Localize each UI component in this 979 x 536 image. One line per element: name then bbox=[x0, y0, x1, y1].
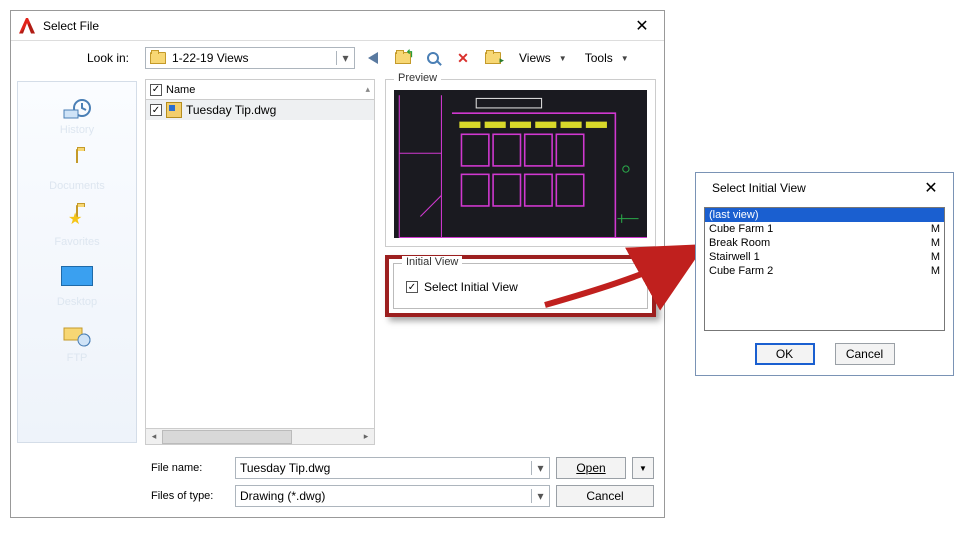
sidebar-item-favorites[interactable]: ★ Favorites bbox=[18, 202, 136, 256]
lookin-value: 1-22-19 Views bbox=[170, 51, 336, 65]
select-initial-view-checkbox[interactable]: ✓ bbox=[406, 281, 418, 293]
open-split-button[interactable]: ▼ bbox=[632, 457, 654, 479]
view-list[interactable]: (last view) Cube Farm 1 M Break Room M S… bbox=[704, 207, 945, 331]
titlebar: Select Initial View ✕ bbox=[696, 173, 953, 203]
titlebar: Select File ✕ bbox=[11, 11, 664, 41]
list-item[interactable]: (last view) bbox=[705, 208, 944, 222]
file-list[interactable]: ✓ Name ▴ ✓ Tuesday Tip.dwg ◂ ▸ bbox=[145, 79, 375, 445]
folder-icon bbox=[150, 52, 166, 64]
open-button-label: Open bbox=[576, 461, 605, 475]
sidebar-item-label: FTP bbox=[18, 352, 136, 364]
view-flag: M bbox=[931, 237, 940, 249]
list-item[interactable]: Break Room M bbox=[705, 236, 944, 250]
sidebar-item-label: Documents bbox=[18, 180, 136, 192]
filetype-label: Files of type: bbox=[151, 490, 229, 502]
cancel-button[interactable]: Cancel bbox=[835, 343, 895, 365]
view-flag: M bbox=[931, 265, 940, 277]
new-folder-button[interactable]: ▸ bbox=[481, 47, 505, 69]
toolbar: Look in: 1-22-19 Views ▾ ↰ ✕ ▸ Views ▼ T… bbox=[11, 41, 664, 75]
view-flag: M bbox=[931, 223, 940, 235]
ftp-icon bbox=[60, 322, 94, 350]
sidebar-item-documents[interactable]: Documents bbox=[18, 146, 136, 200]
filetype-value: Drawing (*.dwg) bbox=[236, 489, 531, 503]
delete-button[interactable]: ✕ bbox=[451, 47, 475, 69]
dwg-file-icon bbox=[166, 102, 182, 118]
open-button[interactable]: Open bbox=[556, 457, 626, 479]
file-name: Tuesday Tip.dwg bbox=[186, 103, 276, 117]
filename-combo[interactable]: Tuesday Tip.dwg ▾ bbox=[235, 457, 550, 479]
window-title: Select Initial View bbox=[712, 181, 915, 195]
sidebar-item-label: History bbox=[18, 124, 136, 136]
documents-icon bbox=[60, 150, 94, 178]
places-sidebar: History Documents ★ Favorites Desktop FT… bbox=[17, 81, 137, 443]
autodesk-logo-icon bbox=[19, 18, 35, 34]
favorites-icon: ★ bbox=[60, 206, 94, 234]
views-menu[interactable]: Views bbox=[511, 51, 553, 65]
scroll-left-icon[interactable]: ◂ bbox=[146, 431, 162, 442]
filetype-combo[interactable]: Drawing (*.dwg) ▾ bbox=[235, 485, 550, 507]
up-folder-button[interactable]: ↰ bbox=[391, 47, 415, 69]
scroll-right-icon[interactable]: ▸ bbox=[358, 431, 374, 442]
chevron-down-icon: ▾ bbox=[531, 489, 549, 503]
select-initial-view-dialog: Select Initial View ✕ (last view) Cube F… bbox=[695, 172, 954, 376]
x-icon: ✕ bbox=[457, 50, 469, 67]
bottom-bar: File name: Tuesday Tip.dwg ▾ Open ▼ File… bbox=[11, 449, 664, 517]
view-name: (last view) bbox=[709, 209, 759, 221]
lookin-combo[interactable]: 1-22-19 Views ▾ bbox=[145, 47, 355, 69]
filename-value: Tuesday Tip.dwg bbox=[236, 461, 531, 475]
view-name: Cube Farm 2 bbox=[709, 265, 773, 277]
select-initial-view-label: Select Initial View bbox=[424, 280, 518, 294]
view-name: Stairwell 1 bbox=[709, 251, 760, 263]
folder-up-icon: ↰ bbox=[395, 52, 411, 64]
chevron-down-icon: ▾ bbox=[531, 461, 549, 475]
chevron-down-icon: ▾ bbox=[336, 51, 354, 65]
sidebar-item-history[interactable]: History bbox=[18, 90, 136, 144]
file-list-header[interactable]: ✓ Name ▴ bbox=[146, 80, 374, 100]
dialog-buttons: OK Cancel bbox=[696, 335, 953, 375]
desktop-icon bbox=[60, 266, 94, 294]
preview-group: Preview bbox=[385, 79, 656, 247]
drawing-preview bbox=[394, 90, 647, 238]
annotation-arrow-icon bbox=[540, 235, 710, 315]
sidebar-item-label: Desktop bbox=[18, 296, 136, 308]
back-button[interactable] bbox=[361, 47, 385, 69]
chevron-down-icon: ▼ bbox=[559, 54, 571, 63]
sidebar-item-label: Favorites bbox=[18, 236, 136, 248]
view-name: Cube Farm 1 bbox=[709, 223, 773, 235]
ok-button[interactable]: OK bbox=[755, 343, 815, 365]
history-icon bbox=[60, 94, 94, 122]
sidebar-item-ftp[interactable]: FTP bbox=[18, 318, 136, 372]
chevron-down-icon: ▼ bbox=[621, 54, 633, 63]
sort-caret-icon: ▴ bbox=[365, 84, 370, 95]
close-button[interactable]: ✕ bbox=[915, 178, 947, 198]
view-name: Break Room bbox=[709, 237, 770, 249]
scroll-thumb[interactable] bbox=[162, 430, 292, 444]
column-header-name: Name bbox=[166, 84, 195, 96]
horizontal-scrollbar[interactable]: ◂ ▸ bbox=[146, 428, 374, 444]
cancel-button[interactable]: Cancel bbox=[556, 485, 654, 507]
list-item[interactable]: Stairwell 1 M bbox=[705, 250, 944, 264]
chevron-down-icon: ▼ bbox=[639, 464, 647, 473]
lookin-label: Look in: bbox=[19, 51, 139, 65]
arrow-left-icon bbox=[368, 52, 378, 64]
initial-view-group-label: Initial View bbox=[402, 256, 462, 268]
view-flag: M bbox=[931, 251, 940, 263]
checkbox[interactable]: ✓ bbox=[150, 104, 162, 116]
window-title: Select File bbox=[43, 19, 626, 33]
preview-label: Preview bbox=[394, 72, 441, 84]
checkbox-header[interactable]: ✓ bbox=[150, 84, 162, 96]
search-web-button[interactable] bbox=[421, 47, 445, 69]
folder-new-icon: ▸ bbox=[485, 52, 501, 64]
close-button[interactable]: ✕ bbox=[626, 16, 658, 36]
tools-menu[interactable]: Tools bbox=[577, 51, 615, 65]
search-icon bbox=[427, 52, 439, 64]
filename-label: File name: bbox=[151, 462, 229, 474]
list-item[interactable]: Cube Farm 2 M bbox=[705, 264, 944, 278]
sidebar-item-desktop[interactable]: Desktop bbox=[18, 258, 136, 316]
file-row[interactable]: ✓ Tuesday Tip.dwg bbox=[146, 100, 374, 120]
list-item[interactable]: Cube Farm 1 M bbox=[705, 222, 944, 236]
